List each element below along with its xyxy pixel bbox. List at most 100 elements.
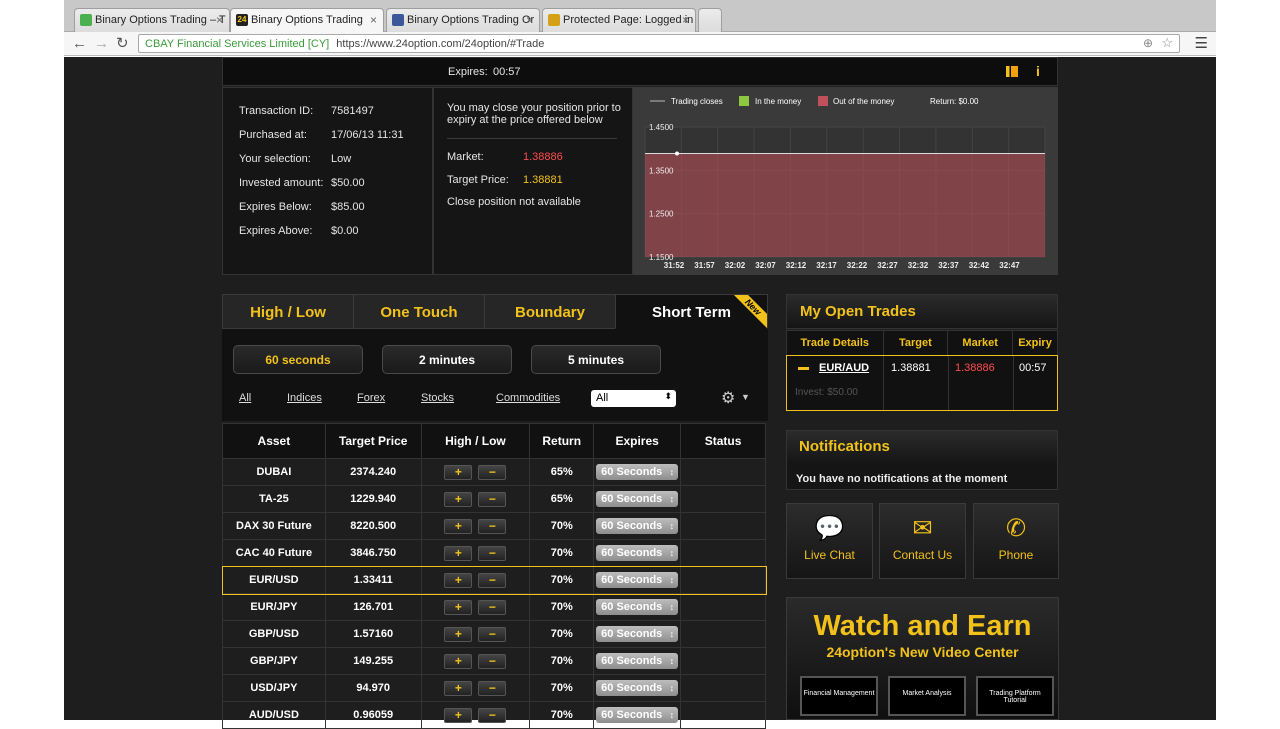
contact-us-button[interactable]: ✉ Contact Us	[879, 503, 966, 579]
filter-indices-link[interactable]: Indices	[287, 392, 322, 404]
asset-row[interactable]: DUBAI 2374.240 + −65% 60 Seconds	[222, 458, 766, 486]
asset-row[interactable]: CAC 40 Future 3846.750 + −70% 60 Seconds	[222, 539, 766, 567]
asset-row[interactable]: USD/JPY 94.970 + −70% 60 Seconds	[222, 674, 766, 702]
menu-icon[interactable]: ☰	[1195, 34, 1208, 52]
high-low-buttons: + −	[420, 674, 531, 702]
duration-2m-button[interactable]: 2 minutes	[382, 345, 512, 374]
info-icon[interactable]: i	[1036, 63, 1040, 79]
asset-row[interactable]: TA-25 1229.940 + −65% 60 Seconds	[222, 485, 766, 513]
call-plus-button[interactable]: +	[444, 518, 473, 534]
put-minus-button[interactable]: −	[478, 680, 507, 696]
expiry-select[interactable]: 60 Seconds	[596, 545, 679, 561]
expiry-cell: 60 Seconds	[593, 458, 682, 486]
call-plus-button[interactable]: +	[444, 464, 473, 480]
video-center-banner[interactable]: Watch and Earn 24option's New Video Cent…	[786, 597, 1059, 720]
bookmark-star-icon[interactable]: ☆	[1161, 35, 1173, 51]
tab-high-low[interactable]: High / Low	[222, 294, 354, 329]
asset-row[interactable]: GBP/USD 1.57160 + −70% 60 Seconds	[222, 620, 766, 648]
back-icon[interactable]: ←	[72, 35, 87, 52]
expiry-select[interactable]: 60 Seconds	[596, 707, 679, 723]
close-tab-icon[interactable]: ×	[216, 13, 223, 27]
live-chat-button[interactable]: 💬 Live Chat	[786, 503, 873, 579]
tab-boundary[interactable]: Boundary	[484, 294, 616, 329]
expiry-select[interactable]: 60 Seconds	[596, 464, 679, 480]
expiry-select[interactable]: 60 Seconds	[596, 491, 679, 507]
put-minus-button[interactable]: −	[478, 491, 507, 507]
filter-commodities-link[interactable]: Commodities	[496, 392, 560, 404]
expiry-select[interactable]: 60 Seconds	[596, 572, 679, 588]
url-field[interactable]: CBAY Financial Services Limited [CY] htt…	[138, 34, 1180, 53]
expiry-select[interactable]: 60 Seconds	[596, 653, 679, 669]
call-plus-button[interactable]: +	[444, 545, 473, 561]
call-plus-button[interactable]: +	[444, 653, 473, 669]
close-tab-icon[interactable]: ×	[526, 13, 533, 27]
phone-button[interactable]: ✆ Phone	[973, 503, 1059, 579]
video-thumb-market[interactable]: Market Analysis	[888, 676, 966, 716]
put-minus-button[interactable]: −	[478, 464, 507, 480]
put-minus-button[interactable]: −	[478, 545, 507, 561]
close-tab-icon[interactable]: ×	[370, 13, 377, 27]
asset-status	[680, 620, 766, 648]
asset-row[interactable]: DAX 30 Future 8220.500 + −70% 60 Seconds	[222, 512, 766, 540]
asset-name: GBP/USD	[222, 620, 326, 648]
asset-name: DAX 30 Future	[222, 512, 326, 540]
call-plus-button[interactable]: +	[444, 707, 473, 723]
video-thumb-platform[interactable]: Trading Platform Tutorial	[976, 676, 1054, 716]
asset-price: 1229.940	[324, 485, 422, 513]
duration-60s-button[interactable]: 60 seconds	[233, 345, 363, 374]
call-plus-button[interactable]: +	[444, 680, 473, 696]
expiry-select[interactable]: 60 Seconds	[596, 518, 679, 534]
signal-bars-icon[interactable]	[1006, 66, 1018, 77]
new-tab-button[interactable]	[698, 8, 722, 32]
tab-short-term[interactable]: Short Term New	[615, 294, 768, 329]
url-text[interactable]: https://www.24option.com/24option/#Trade	[332, 38, 544, 50]
zoom-icon[interactable]: ⊕	[1143, 36, 1153, 50]
filter-forex-link[interactable]: Forex	[357, 392, 385, 404]
expiry-select[interactable]: 60 Seconds	[596, 680, 679, 696]
expiry-select[interactable]: 60 Seconds	[596, 599, 679, 615]
open-trade-asset[interactable]: EUR/AUD	[819, 362, 869, 374]
market-label: Market:	[447, 151, 484, 163]
filter-all-link[interactable]: All	[239, 392, 251, 404]
call-plus-button[interactable]: +	[444, 626, 473, 642]
collapse-icon[interactable]	[798, 367, 809, 370]
open-trade-row[interactable]: EUR/AUD Invest: $50.00 1.38881 1.38886 0…	[786, 355, 1058, 411]
asset-row[interactable]: GBP/JPY 149.255 + −70% 60 Seconds	[222, 647, 766, 675]
asset-row[interactable]: AUD/USD 0.96059 + −70% 60 Seconds	[222, 701, 766, 729]
legend-label: Trading closes	[671, 97, 723, 106]
settings-gear-icon[interactable]: ⚙	[721, 388, 735, 408]
put-minus-button[interactable]: −	[478, 599, 507, 615]
put-minus-button[interactable]: −	[478, 626, 507, 642]
video-thumb-financial[interactable]: Financial Management	[800, 676, 878, 716]
browser-tab-3[interactable]: Binary Options Trading Or ×	[386, 8, 540, 32]
call-plus-button[interactable]: +	[444, 491, 473, 507]
browser-tab-2[interactable]: 24 Binary Options Trading ×	[230, 8, 384, 32]
put-minus-button[interactable]: −	[478, 653, 507, 669]
call-plus-button[interactable]: +	[444, 599, 473, 615]
forward-icon[interactable]: →	[94, 35, 109, 52]
asset-name: GBP/JPY	[222, 647, 326, 675]
close-tab-icon[interactable]: ×	[682, 13, 689, 27]
asset-row[interactable]: EUR/JPY 126.701 + −70% 60 Seconds	[222, 593, 766, 621]
close-note: You may close your position prior to exp…	[447, 102, 621, 126]
browser-tab-1[interactable]: Binary Options Trading – T ×	[74, 8, 230, 32]
put-minus-button[interactable]: −	[478, 707, 507, 723]
reload-icon[interactable]: ↻	[116, 34, 129, 52]
asset-row[interactable]: EUR/USD 1.33411 + −70% 60 Seconds	[221, 565, 767, 595]
col-target: Target	[882, 330, 949, 356]
high-low-buttons: + −	[420, 458, 531, 486]
promo-headline: Watch and Earn	[813, 610, 1032, 642]
tab-one-touch[interactable]: One Touch	[353, 294, 485, 329]
ev-cert-label[interactable]: CBAY Financial Services Limited [CY]	[139, 38, 329, 50]
high-low-buttons: + −	[420, 566, 531, 594]
filter-stocks-link[interactable]: Stocks	[421, 392, 454, 404]
asset-filter-select[interactable]: All ⬍	[591, 390, 676, 407]
asset-return: 70%	[529, 701, 595, 729]
duration-5m-button[interactable]: 5 minutes	[531, 345, 661, 374]
call-plus-button[interactable]: +	[444, 572, 473, 588]
chevron-down-icon[interactable]: ▼	[741, 392, 750, 402]
browser-tab-4[interactable]: Protected Page: Logged in ×	[542, 8, 696, 32]
expiry-select[interactable]: 60 Seconds	[596, 626, 679, 642]
put-minus-button[interactable]: −	[478, 518, 507, 534]
put-minus-button[interactable]: −	[478, 572, 507, 588]
